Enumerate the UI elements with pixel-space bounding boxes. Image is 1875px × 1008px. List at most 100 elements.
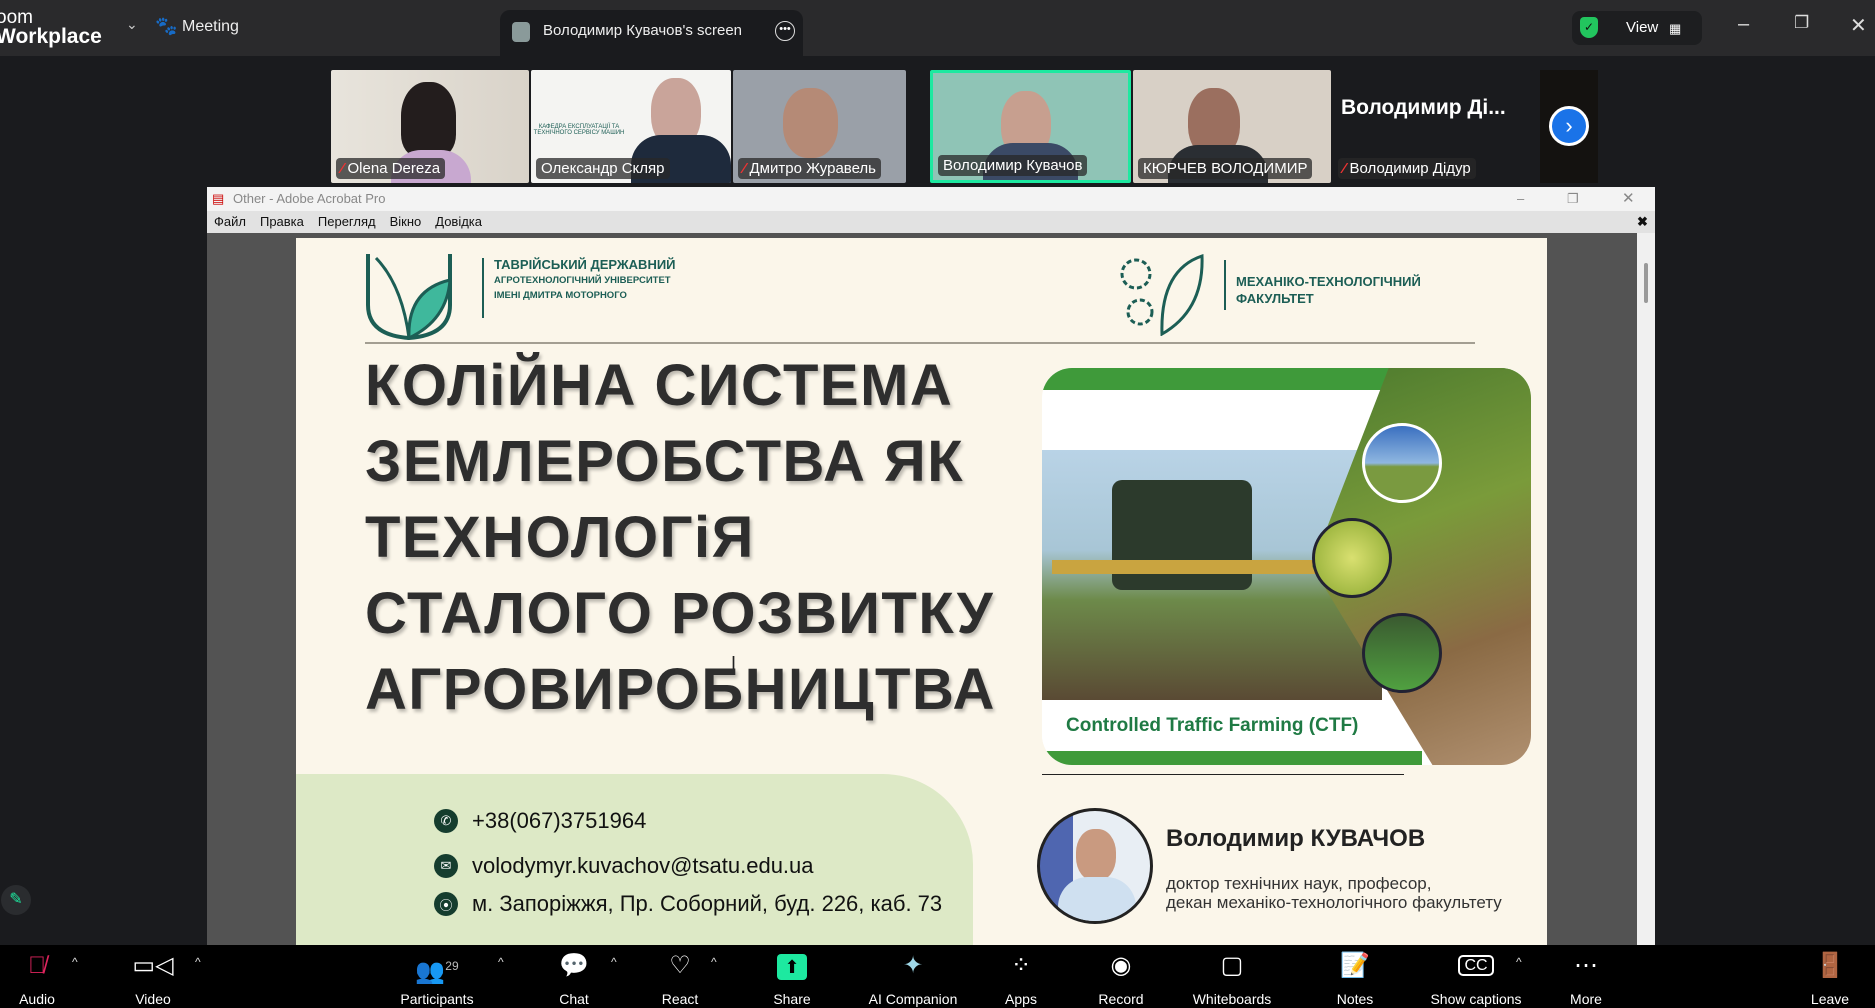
mail-icon: ✉: [434, 854, 458, 878]
meeting-toolbar: 🎙̸ Audio ^ ▭◁ Video ^ 👥29 Participants ^ 💬 C…: [0, 945, 1875, 1008]
restore-button[interactable]: ❐: [1794, 13, 1809, 33]
menu-help[interactable]: Довідка: [435, 214, 482, 229]
audio-options-caret[interactable]: ^: [72, 955, 78, 969]
acrobat-window: ▤ Other - Adobe Acrobat Pro – ❐ ✕ Файл Пр…: [207, 187, 1655, 945]
meeting-icon: 🐾: [155, 16, 178, 36]
minimize-button[interactable]: –: [1517, 187, 1524, 211]
speaker-name: Володимир КУВАЧОВ: [1166, 825, 1426, 852]
location-pin-icon: ⦿: [434, 892, 458, 916]
shield-check-icon: ✓: [1580, 17, 1598, 38]
app-brand: oom Workplace: [0, 7, 102, 48]
phone-icon: ✆: [434, 809, 458, 833]
participant-name: Володимир Кувачов: [938, 155, 1088, 176]
university-name-line: АГРОТЕХНОЛОГІЧНИЙ УНІВЕРСИТЕТ: [494, 275, 671, 286]
speaker-role: доктор технічних наук, професор,: [1166, 874, 1432, 893]
header-divider: [365, 342, 1475, 344]
video-thumbnail[interactable]: КАФЕДРА ЕКСПЛУАТАЦІЇ ТА ТЕХНІЧНОГО СЕРВІ…: [531, 70, 731, 183]
react-options-caret[interactable]: ^: [711, 955, 717, 969]
record-button[interactable]: ◉ Record: [1061, 951, 1181, 1007]
heart-icon: ♡: [669, 952, 691, 979]
mic-muted-icon: ⁄: [743, 160, 746, 177]
field-photo-circle: [1362, 423, 1442, 503]
more-button[interactable]: ⋯ More: [1526, 951, 1646, 1007]
screen-share-tab[interactable]: Володимир Кувачов's screen •••: [500, 10, 803, 56]
speaker-role: декан механіко-технологічного факультету: [1166, 893, 1502, 912]
plants-photo-circle: [1312, 518, 1392, 598]
share-button[interactable]: ⬆ Share: [732, 951, 852, 1007]
meeting-tab[interactable]: Meeting: [182, 18, 239, 36]
menu-edit[interactable]: Правка: [260, 214, 304, 229]
video-thumbnail[interactable]: КЮРЧЕВ ВОЛОДИМИР: [1133, 70, 1331, 183]
record-icon: ◉: [1110, 952, 1132, 979]
more-icon: ⋯: [1574, 952, 1598, 979]
participant-tile-label: Володимир Ді...: [1341, 96, 1506, 119]
mic-muted-icon: 🎙̸: [28, 952, 46, 979]
notes-icon: 📝: [1340, 952, 1370, 979]
view-label: View: [1626, 19, 1659, 36]
menu-view[interactable]: Перегляд: [318, 214, 376, 229]
minimize-button[interactable]: –: [1738, 13, 1749, 36]
notes-button[interactable]: 📝 Notes: [1295, 951, 1415, 1007]
university-name-line: ІМЕНІ ДМИТРА МОТОРНОГО: [494, 290, 627, 301]
title-bar: oom Workplace ⌄ 🐾 Meeting Володимир Кувач…: [0, 0, 1875, 56]
acrobat-menu-bar: Файл Правка Перегляд Вікно Довідка ✖: [207, 211, 1655, 233]
chevron-down-icon[interactable]: ⌄: [126, 16, 138, 33]
image-caption: Controlled Traffic Farming (CTF): [1066, 715, 1359, 736]
address-row: ⦿ м. Запоріжжя, Пр. Соборний, буд. 226, к…: [434, 891, 942, 917]
captions-options-caret[interactable]: ^: [1516, 955, 1522, 969]
sparkle-icon: ✦: [902, 952, 924, 979]
leave-door-icon: 🚪: [1815, 952, 1845, 979]
participant-name: Олександр Скляр: [536, 158, 670, 179]
chat-options-caret[interactable]: ^: [611, 955, 617, 969]
close-button[interactable]: ✕: [1622, 187, 1635, 211]
phone-row: ✆ +38(067)3751964: [434, 808, 646, 834]
restore-button[interactable]: ❐: [1567, 187, 1579, 211]
text-cursor-icon: I: [731, 653, 737, 673]
annotate-pencil-icon[interactable]: ✎: [1, 885, 31, 915]
faculty-logo: [1120, 253, 1204, 336]
whiteboard-icon: ▢: [1220, 952, 1244, 979]
participants-icon: 👥29: [415, 958, 459, 985]
scrollbar[interactable]: [1637, 233, 1655, 945]
video-thumbnail[interactable]: ⁄ Дмитро Журавель: [733, 70, 906, 183]
audio-button[interactable]: 🎙̸ Audio: [0, 951, 97, 1007]
scrollbar-thumb[interactable]: [1644, 263, 1648, 303]
whiteboards-button[interactable]: ▢ Whiteboards: [1172, 951, 1292, 1007]
email-row: ✉ volodymyr.kuvachov@tsatu.edu.ua: [434, 853, 814, 879]
close-document-icon[interactable]: ✖: [1637, 211, 1648, 233]
participant-name: ⁄ Olena Dereza: [336, 158, 446, 179]
leave-button[interactable]: 🚪 Leave: [1770, 951, 1875, 1007]
menu-file[interactable]: Файл: [214, 214, 246, 229]
university-name-line: ТАВРІЙСЬКИЙ ДЕРЖАВНИЙ: [494, 257, 676, 272]
participants-options-caret[interactable]: ^: [498, 955, 504, 969]
close-button[interactable]: ✕: [1850, 13, 1867, 38]
avatar: [512, 22, 530, 42]
faculty-name-line: ФАКУЛЬТЕТ: [1236, 291, 1314, 306]
participants-button[interactable]: 👥29 Participants: [377, 951, 497, 1007]
faculty-name-line: МЕХАНІКО-ТЕХНОЛОГІЧНИЙ: [1236, 274, 1421, 289]
pdf-icon: ▤: [212, 191, 225, 206]
video-thumbnail[interactable]: Володимир Ді... ⁄ Володимир Дідур: [1333, 70, 1533, 183]
menu-window[interactable]: Вікно: [390, 214, 422, 229]
next-page-panel: ›: [1540, 70, 1598, 183]
mic-muted-icon: ⁄: [341, 160, 344, 177]
chevron-right-icon[interactable]: ›: [1549, 106, 1589, 146]
screen-tab-label: Володимир Кувачов's screen: [543, 22, 743, 39]
drone-photo-circle: [1362, 613, 1442, 693]
divider: [1042, 774, 1404, 775]
ctf-image-panel: Controlled Traffic Farming (CTF): [1042, 368, 1531, 765]
video-thumbnail[interactable]: ⁄ Olena Dereza: [331, 70, 529, 183]
participant-name: ⁄ Володимир Дідур: [1338, 158, 1476, 179]
presentation-slide: ТАВРІЙСЬКИЙ ДЕРЖАВНИЙ АГРОТЕХНОЛОГІЧНИЙ …: [296, 238, 1547, 945]
logo-text: КАФЕДРА ЕКСПЛУАТАЦІЇ ТА ТЕХНІЧНОГО СЕРВІ…: [533, 124, 625, 136]
view-button[interactable]: ✓ View ▦: [1572, 11, 1702, 45]
slide-title: КОЛіЙНА СИСТЕМА ЗЕМЛЕРОБСТВА ЯК ТЕХНОЛОГ…: [365, 353, 996, 722]
participants-count: 29: [445, 959, 459, 973]
ai-companion-button[interactable]: ✦ AI Companion: [853, 951, 973, 1007]
university-logo: [366, 254, 452, 340]
video-options-caret[interactable]: ^: [195, 955, 201, 969]
video-thumbnail-active-speaker[interactable]: Володимир Кувачов: [930, 70, 1131, 183]
mic-muted-icon: ⁄: [1343, 160, 1346, 177]
more-options-icon[interactable]: •••: [775, 21, 795, 41]
react-button[interactable]: ♡ React: [620, 951, 740, 1007]
